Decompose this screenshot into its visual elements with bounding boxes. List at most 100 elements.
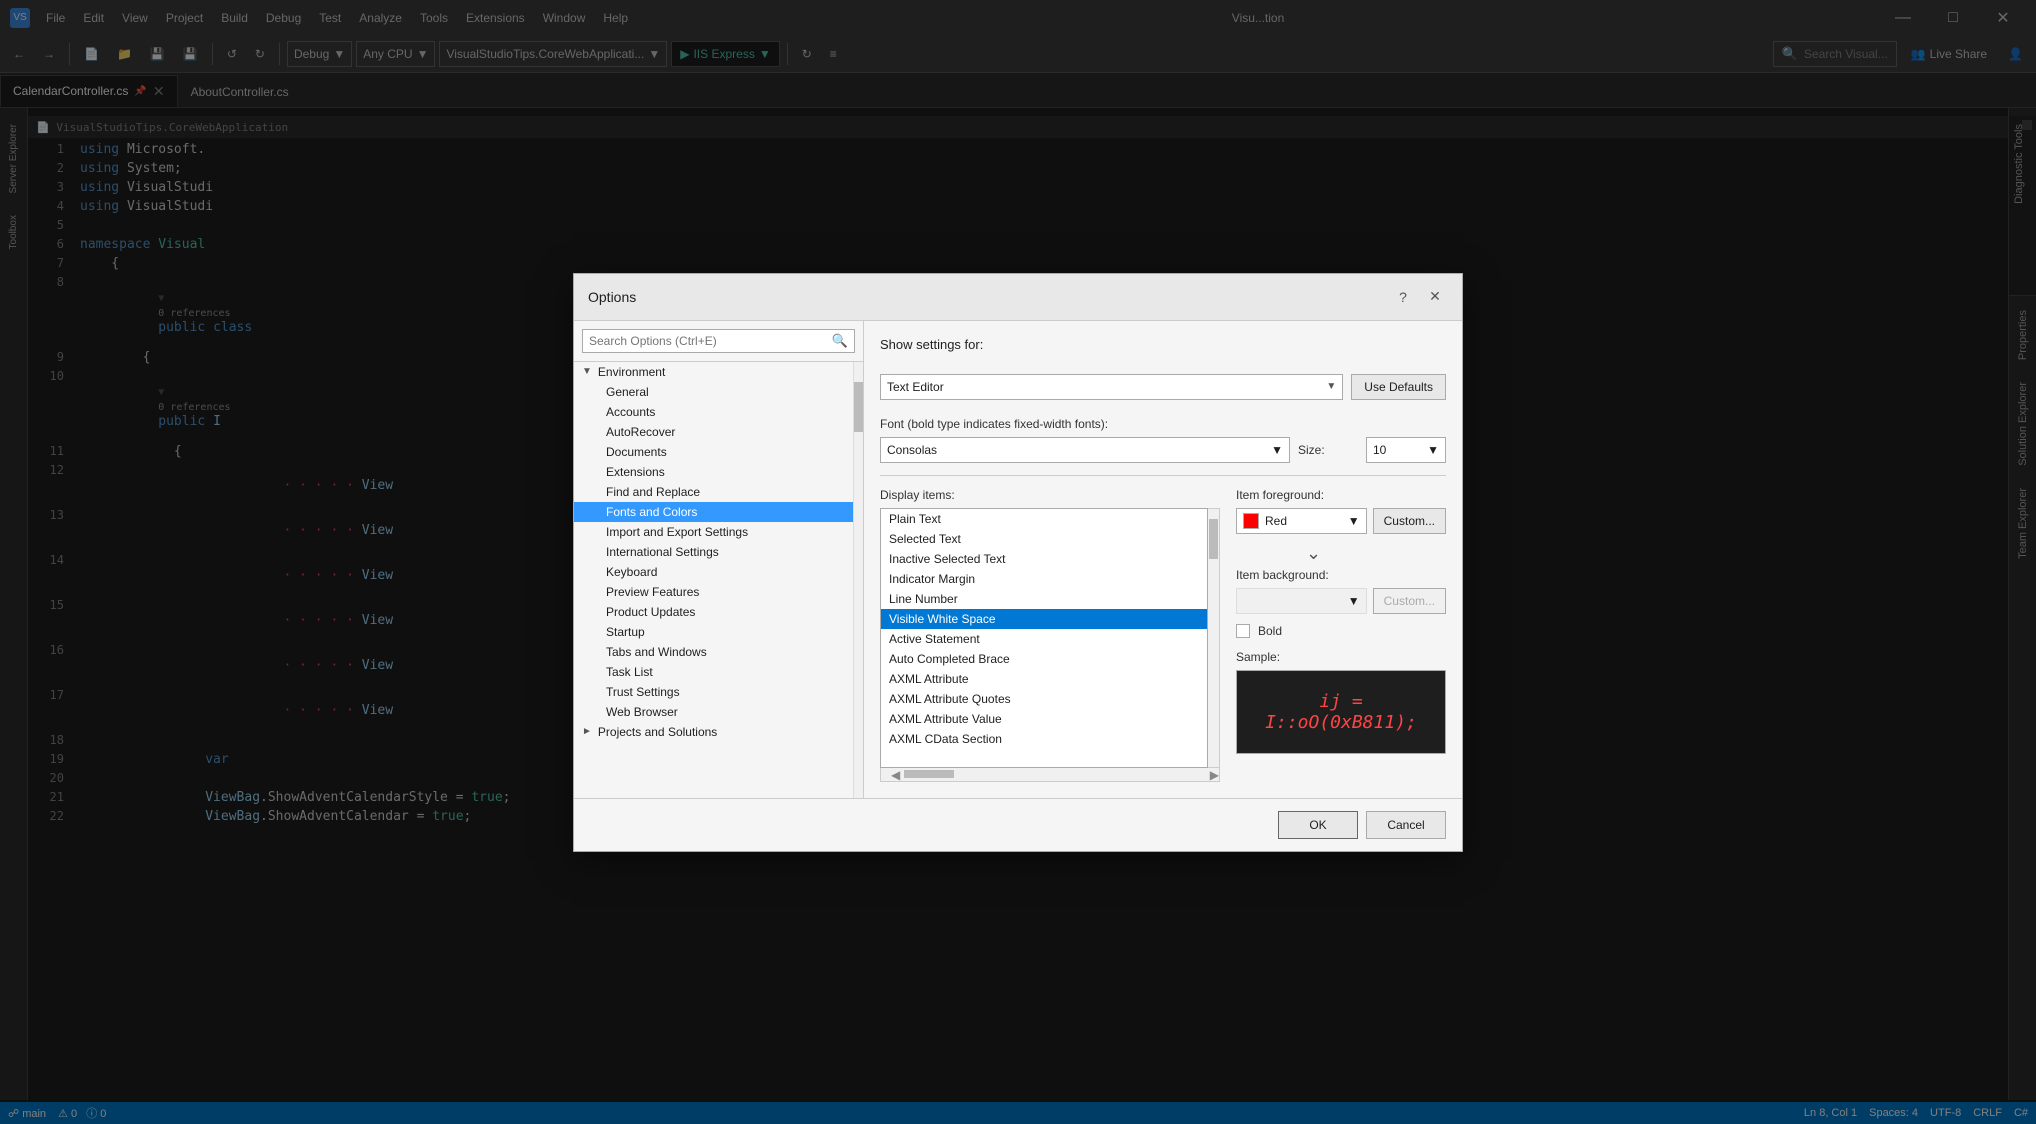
item-bg-dropdown[interactable]: ▼ — [1236, 588, 1367, 614]
tree-item-keyboard-label: Keyboard — [606, 565, 657, 579]
tree-item-startup[interactable]: Startup — [574, 622, 853, 642]
dialog-title-buttons: ? ✕ — [1390, 284, 1448, 310]
tree-item-tabs-windows-label: Tabs and Windows — [606, 645, 707, 659]
display-item-plain-text[interactable]: Plain Text — [881, 509, 1207, 529]
tree-item-task-list[interactable]: Task List — [574, 662, 853, 682]
display-item-axml-cdata[interactable]: AXML CData Section — [881, 729, 1207, 749]
display-item-inactive-selected[interactable]: Inactive Selected Text — [881, 549, 1207, 569]
tree-item-import-export[interactable]: Import and Export Settings — [574, 522, 853, 542]
dialog-search-box[interactable]: 🔍 — [582, 329, 855, 353]
show-settings-value: Text Editor — [887, 380, 944, 394]
item-bg-section: Item background: ▼ Custom... — [1236, 568, 1446, 614]
display-item-axml-attribute-value[interactable]: AXML Attribute Value — [881, 709, 1207, 729]
display-item-line-number[interactable]: Line Number — [881, 589, 1207, 609]
display-item-indicator-margin[interactable]: Indicator Margin — [881, 569, 1207, 589]
display-items-label: Display items: — [880, 488, 1220, 502]
item-fg-custom-button[interactable]: Custom... — [1373, 508, 1446, 534]
tree-item-projects-solutions[interactable]: ► Projects and Solutions — [574, 722, 853, 742]
tree-item-environment[interactable]: ▼ Environment — [574, 362, 853, 382]
tree-item-fonts-colors[interactable]: Fonts and Colors — [574, 502, 853, 522]
tree-item-autorecover-label: AutoRecover — [606, 425, 675, 439]
tree-item-trust-settings[interactable]: Trust Settings — [574, 682, 853, 702]
size-dropdown[interactable]: 10 ▼ — [1366, 437, 1446, 463]
sample-label: Sample: — [1236, 650, 1446, 664]
display-list-scrollbar[interactable] — [1208, 508, 1220, 768]
font-dropdown[interactable]: Consolas ▼ — [880, 437, 1290, 463]
size-value: 10 — [1373, 443, 1386, 457]
tree-item-international[interactable]: International Settings — [574, 542, 853, 562]
cancel-button[interactable]: Cancel — [1366, 811, 1446, 839]
tree-item-trust-settings-label: Trust Settings — [606, 685, 680, 699]
font-row: Consolas ▼ Size: 10 ▼ — [880, 437, 1446, 463]
tree-item-web-browser[interactable]: Web Browser — [574, 702, 853, 722]
tree-item-general[interactable]: General — [574, 382, 853, 402]
font-label-row: Font (bold type indicates fixed-width fo… — [880, 416, 1446, 431]
item-fg-swatch — [1243, 513, 1259, 529]
tree-item-documents[interactable]: Documents — [574, 442, 853, 462]
dialog-overlay: Options ? ✕ 🔍 — [0, 0, 2036, 1124]
dialog-body: 🔍 ▼ Environment General A — [574, 321, 1462, 798]
sample-code: ij = I::oO(0xB811); — [1257, 691, 1425, 733]
display-item-selected-text[interactable]: Selected Text — [881, 529, 1207, 549]
size-label: Size: — [1298, 443, 1358, 457]
tree-item-international-label: International Settings — [606, 545, 719, 559]
display-items-col: Display items: Plain Text Selected Text … — [880, 488, 1220, 782]
display-list-hscrollbar[interactable]: ◀ ▶ — [880, 768, 1220, 782]
display-list[interactable]: Plain Text Selected Text Inactive Select… — [880, 508, 1208, 768]
bold-checkbox[interactable] — [1236, 624, 1250, 638]
display-item-auto-completed-brace[interactable]: Auto Completed Brace — [881, 649, 1207, 669]
tree-item-autorecover[interactable]: AutoRecover — [574, 422, 853, 442]
expand-projects-icon: ► — [582, 726, 592, 737]
bold-row: Bold — [1236, 624, 1446, 638]
display-item-axml-attribute[interactable]: AXML Attribute — [881, 669, 1207, 689]
show-settings-label: Show settings for: — [880, 337, 983, 352]
tree-item-tabs-windows[interactable]: Tabs and Windows — [574, 642, 853, 662]
item-bg-custom-button: Custom... — [1373, 588, 1446, 614]
display-item-axml-attribute-quotes[interactable]: AXML Attribute Quotes — [881, 689, 1207, 709]
show-settings-row: Show settings for: — [880, 337, 1446, 362]
ok-button[interactable]: OK — [1278, 811, 1358, 839]
tree-item-accounts-label: Accounts — [606, 405, 655, 419]
section-divider — [880, 475, 1446, 476]
expand-environment-icon: ▼ — [582, 366, 592, 377]
display-item-visible-white-space[interactable]: Visible White Space — [881, 609, 1207, 629]
tree-item-find-replace[interactable]: Find and Replace — [574, 482, 853, 502]
font-arrow: ▼ — [1271, 443, 1283, 457]
dialog-footer: OK Cancel — [574, 798, 1462, 851]
cursor-indicator: ⌄ — [1236, 544, 1446, 564]
tree-item-extensions[interactable]: Extensions — [574, 462, 853, 482]
use-defaults-button[interactable]: Use Defaults — [1351, 374, 1446, 400]
item-props-col: Item foreground: Red ▼ Custom... — [1236, 488, 1446, 782]
tree-item-product-updates[interactable]: Product Updates — [574, 602, 853, 622]
tree-item-startup-label: Startup — [606, 625, 645, 639]
dialog-tree-scrollbar[interactable] — [853, 362, 863, 798]
hscroll-right-arrow[interactable]: ▶ — [1210, 768, 1219, 781]
dialog-tree: ▼ Environment General Accounts AutoRecov… — [574, 362, 853, 798]
dialog-search-input[interactable] — [589, 334, 832, 348]
dialog-close-button[interactable]: ✕ — [1422, 284, 1448, 310]
tree-item-find-replace-label: Find and Replace — [606, 485, 700, 499]
display-items-section: Display items: Plain Text Selected Text … — [880, 488, 1446, 782]
dialog-search-area: 🔍 — [574, 321, 863, 362]
item-bg-row: ▼ Custom... — [1236, 588, 1446, 614]
dialog-help-button[interactable]: ? — [1390, 284, 1416, 310]
tree-item-keyboard[interactable]: Keyboard — [574, 562, 853, 582]
dialog-left-panel: 🔍 ▼ Environment General A — [574, 321, 864, 798]
show-settings-dropdown[interactable]: Text Editor ▼ — [880, 374, 1343, 400]
dialog-tree-scroll-thumb — [854, 382, 863, 432]
item-fg-dropdown[interactable]: Red ▼ — [1236, 508, 1367, 534]
tree-item-accounts[interactable]: Accounts — [574, 402, 853, 422]
font-value: Consolas — [887, 443, 937, 457]
tree-item-preview-features-label: Preview Features — [606, 585, 699, 599]
dialog-right-panel: Show settings for: Text Editor ▼ Use Def… — [864, 321, 1462, 798]
sample-section: Sample: ij = I::oO(0xB811); — [1236, 650, 1446, 754]
font-description-label: Font (bold type indicates fixed-width fo… — [880, 417, 1108, 431]
display-list-scroll-thumb — [1209, 519, 1218, 559]
item-bg-arrow: ▼ — [1348, 594, 1360, 608]
item-fg-row: Red ▼ Custom... — [1236, 508, 1446, 534]
display-item-active-statement[interactable]: Active Statement — [881, 629, 1207, 649]
hscroll-left-arrow[interactable]: ◀ — [891, 768, 900, 781]
sample-box: ij = I::oO(0xB811); — [1236, 670, 1446, 754]
tree-item-preview-features[interactable]: Preview Features — [574, 582, 853, 602]
item-fg-color-label: Red — [1265, 514, 1287, 528]
